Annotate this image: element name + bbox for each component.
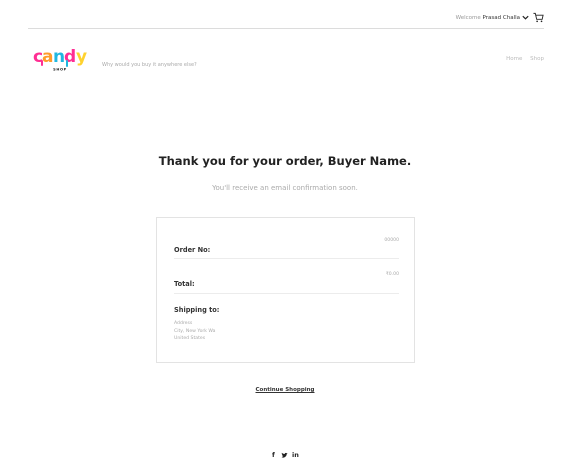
divider — [174, 293, 399, 294]
top-bar: Welcome Prasad Challa — [28, 10, 544, 29]
page-title: Thank you for your order, Buyer Name. — [158, 154, 412, 168]
total-label: Total: — [174, 280, 195, 288]
svg-text:n: n — [53, 47, 64, 67]
welcome-prefix: Welcome — [455, 15, 481, 21]
shipping-address: Address City, New York Wa United States — [174, 320, 399, 343]
chevron-down-icon[interactable] — [521, 13, 530, 22]
order-summary-card: Order No: 00000 Total: ₹0.00 Shipping to… — [156, 217, 415, 363]
shipping-row: Shipping to: Address City, New York Wa U… — [174, 306, 399, 343]
order-number-label: Order No: — [174, 246, 211, 254]
total-row: Total: ₹0.00 — [174, 271, 399, 290]
confirmation-note: You'll receive an email confirmation soo… — [212, 184, 358, 192]
social-links: f in — [270, 451, 302, 461]
welcome-text: Welcome Prasad Challa — [456, 15, 520, 21]
logo-sub: SHOP — [53, 68, 67, 72]
nav-item-home[interactable]: Home — [506, 56, 522, 62]
address-line: City, New York Wa — [174, 328, 216, 334]
total-value: ₹0.00 — [385, 272, 399, 277]
order-number-value: 00000 — [384, 238, 399, 243]
order-number-row: Order No: 00000 — [174, 237, 399, 256]
user-name[interactable]: Prasad Challa — [483, 15, 520, 21]
svg-text:d: d — [64, 47, 75, 67]
address-line: Address — [174, 321, 193, 326]
nav-item-shop[interactable]: Shop — [530, 56, 544, 62]
facebook-icon[interactable]: f — [272, 451, 275, 459]
twitter-icon[interactable] — [281, 452, 288, 459]
address-line: United States — [174, 336, 206, 341]
svg-text:y: y — [76, 47, 87, 67]
svg-text:a: a — [42, 47, 53, 67]
tagline: Why would you buy it anywhere else? — [102, 62, 197, 68]
candy-shop-logo[interactable]: c a n d y SHOP — [33, 47, 91, 72]
continue-shopping-wrap: Continue Shopping — [0, 387, 570, 393]
linkedin-icon[interactable]: in — [292, 451, 299, 459]
divider — [174, 258, 399, 259]
main-nav: Home Shop — [500, 56, 544, 62]
shipping-label: Shipping to: — [174, 306, 220, 314]
continue-shopping-link[interactable]: Continue Shopping — [256, 387, 315, 393]
cart-icon[interactable] — [533, 12, 544, 23]
svg-text:c: c — [33, 47, 42, 67]
